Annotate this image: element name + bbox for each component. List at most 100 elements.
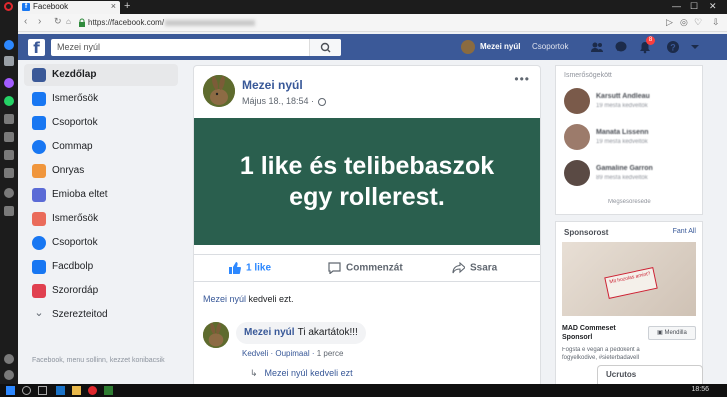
opera-logo-icon[interactable] [4, 2, 13, 11]
new-tab-icon[interactable]: + [124, 0, 130, 12]
post-timestamp[interactable]: Május 18., 18:54 · [242, 96, 327, 106]
comment-author[interactable]: Mezei nyúl [244, 327, 295, 338]
account-menu-icon[interactable] [688, 40, 702, 54]
reload-icon[interactable]: ↻ [54, 16, 62, 27]
person-name[interactable]: Karsutt Andleau [596, 93, 650, 100]
comment-reply-link[interactable]: Oupimaal [275, 349, 309, 358]
more-icon[interactable] [4, 370, 14, 380]
suggested-person[interactable]: Manata Lissenn 19 mesfa kedveltök [564, 124, 698, 156]
comment-like-link[interactable]: Kedveli [242, 349, 268, 358]
ad-title-line-1: MAD Commeset [562, 325, 616, 332]
taskbar: 18:56 [0, 384, 727, 397]
friends-icon [32, 212, 46, 226]
send-icon[interactable]: ▷ [666, 17, 673, 28]
nav-item[interactable]: Facdbolp [24, 256, 178, 278]
messenger-icon[interactable] [614, 40, 628, 54]
nav-item[interactable]: Ismerősök [24, 88, 178, 110]
post-author-name[interactable]: Mezei nyúl [242, 78, 303, 92]
tab-close-icon[interactable]: × [111, 1, 116, 11]
opera-taskbar-icon[interactable] [88, 386, 97, 395]
ad-title[interactable]: MAD Commeset Sponsorl [562, 324, 616, 342]
post-author-avatar[interactable] [203, 75, 235, 107]
comment-time: 1 perce [316, 349, 344, 358]
minimize-icon[interactable]: — [672, 1, 681, 11]
download-icon[interactable]: ⇩ [712, 17, 720, 28]
header-avatar[interactable] [461, 40, 475, 54]
whatsapp-icon[interactable] [4, 96, 14, 106]
start-icon[interactable] [6, 386, 15, 395]
sponsored-see-all[interactable]: Fant All [673, 228, 696, 235]
comment-button[interactable]: Commenzát [328, 262, 403, 274]
person-name[interactable]: Gamaline Garron [596, 165, 653, 172]
header-groups-link[interactable]: Csoportok [532, 42, 568, 51]
likes-name[interactable]: Mezei nyúl [203, 294, 246, 304]
app-taskbar-icon[interactable] [104, 386, 113, 395]
friends-icon [32, 92, 46, 106]
edge-icon[interactable] [56, 386, 65, 395]
nav-item[interactable]: Csoportok [24, 232, 178, 254]
nav-item[interactable]: ⌄ Szerezteitod [24, 304, 178, 326]
history-icon[interactable] [4, 188, 14, 198]
nav-item[interactable]: Commap [24, 136, 178, 158]
forward-icon[interactable]: › [38, 16, 41, 27]
nav-item-label: Csoportok [52, 117, 98, 128]
nav-item-label: Szorordáp [52, 285, 99, 296]
messenger-sidebar-icon[interactable] [4, 40, 14, 50]
search-button[interactable] [309, 39, 341, 56]
post-card: Mezei nyúl Május 18., 18:54 · ••• 1 like… [194, 66, 540, 386]
nav-item[interactable]: Csoportok [24, 112, 178, 134]
ad-like-button[interactable]: ▣ Mendilla [648, 326, 696, 340]
nav-item[interactable]: Onryas [24, 160, 178, 182]
tab-title: Facebook [33, 2, 69, 11]
ad-description: Fogsta e vegán a pedoként a fogyelkodive… [562, 347, 640, 361]
share-button[interactable]: Ssara [452, 262, 497, 274]
grid-icon[interactable] [4, 132, 14, 142]
bookmark-icon[interactable] [4, 168, 14, 178]
suggested-person[interactable]: Karsutt Andleau 19 mesfa kedveltök [564, 88, 698, 120]
nav-item[interactable]: Szorordáp [24, 280, 178, 302]
post-options-icon[interactable]: ••• [514, 72, 530, 86]
like-button[interactable]: 1 like [228, 262, 271, 274]
nav-item[interactable]: Ismerősök [24, 208, 178, 230]
header-username[interactable]: Mezei nyúl [480, 42, 520, 51]
news-icon[interactable] [4, 150, 14, 160]
help-icon[interactable]: ? [666, 40, 680, 54]
facebook-logo-icon[interactable]: f [28, 39, 45, 57]
browser-tab[interactable]: f Facebook × [18, 1, 120, 14]
comment-author-avatar[interactable] [203, 322, 229, 348]
messenger-app-icon[interactable] [4, 78, 14, 88]
ad-button-label: Mendilla [664, 330, 687, 336]
task-view-icon[interactable] [38, 386, 47, 395]
person-name[interactable]: Manata Lissenn [596, 129, 649, 136]
search-input[interactable]: Mezei nyúl [51, 39, 341, 56]
nav-item-label: Ismerősök [52, 213, 99, 224]
search-taskbar-icon[interactable] [22, 386, 31, 395]
nav-item[interactable]: Kezdőlap [24, 64, 178, 86]
chat-bar[interactable]: Ucrutos [598, 366, 702, 384]
screen: f Facebook × + — ☐ ✕ ‹ › ↻ ⌂ https://fac… [0, 0, 727, 397]
explorer-icon[interactable] [72, 386, 81, 395]
ad-image[interactable]: Mit hozolas amint? [562, 242, 696, 316]
bookmark-heart-icon[interactable]: ♡ [694, 17, 702, 28]
home-browser-icon[interactable]: ⌂ [66, 17, 71, 26]
avatar[interactable] [564, 160, 590, 186]
ad-stamp: Mit hozolas amint? [604, 267, 658, 299]
comment-reply-line[interactable]: ↳ Mezei nyúl kedveli ezt [250, 368, 353, 379]
heart-icon[interactable] [4, 354, 14, 364]
avatar[interactable] [564, 88, 590, 114]
url-field[interactable]: https://facebook.com/ [88, 18, 256, 27]
see-more-link[interactable]: Megsésöreséde [608, 199, 651, 205]
suggested-person[interactable]: Gamaline Garron 89 mesfa kedveltök [564, 160, 698, 192]
download-sidebar-icon[interactable] [4, 56, 14, 66]
maximize-icon[interactable]: ☐ [690, 1, 698, 12]
add-icon[interactable] [4, 206, 14, 216]
comment-icon [328, 262, 341, 274]
friend-requests-icon[interactable] [590, 40, 604, 54]
nav-item[interactable]: Emioba eltet [24, 184, 178, 206]
back-icon[interactable]: ‹ [24, 16, 27, 27]
camera-snap-icon[interactable]: ◎ [680, 17, 688, 28]
window-close-icon[interactable]: ✕ [709, 1, 717, 12]
camera-icon[interactable] [4, 114, 14, 124]
address-bar: ‹ › ↻ ⌂ https://facebook.com/ ▷ ◎ ♡ ⇩ [18, 14, 727, 32]
avatar[interactable] [564, 124, 590, 150]
